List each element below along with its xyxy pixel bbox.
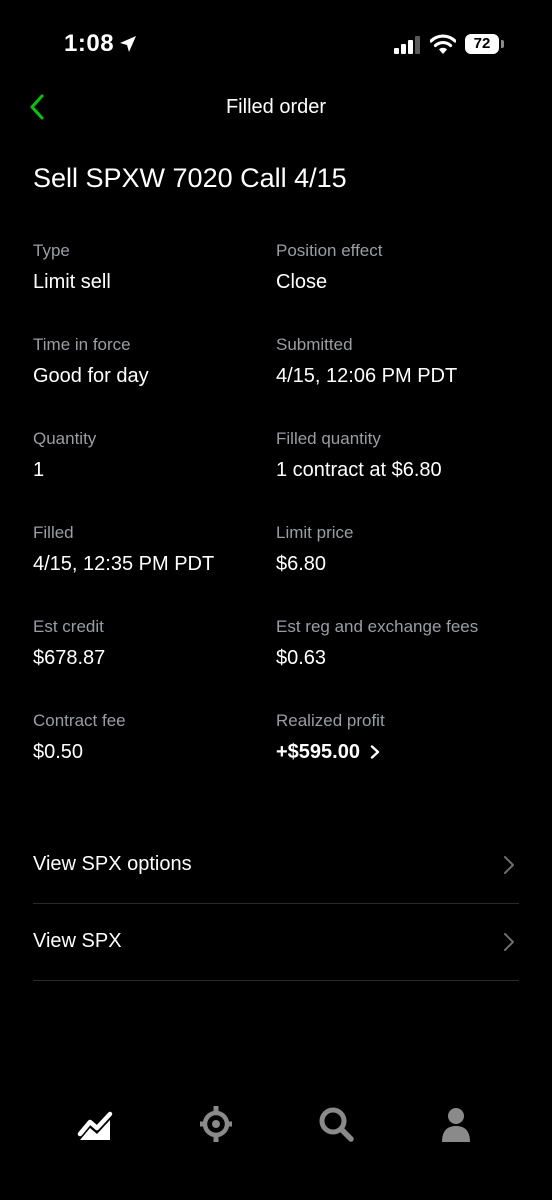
- est-fees-value: $0.63: [276, 647, 327, 669]
- submitted-value: 4/15, 12:06 PM PDT: [276, 365, 458, 387]
- status-time: 1:08: [64, 30, 115, 57]
- submitted-label: Submitted: [276, 335, 353, 354]
- page-title: Filled order: [225, 96, 327, 118]
- crypto-icon[interactable]: [196, 1104, 236, 1144]
- est-credit-label: Est credit: [33, 617, 104, 636]
- detail-row: Time in force Good for day Submitted 4/1…: [33, 334, 519, 428]
- est-credit-value: $678.87: [33, 647, 106, 669]
- time-in-force-value: Good for day: [33, 365, 149, 387]
- limit-price-detail: Limit price $6.80: [276, 522, 519, 616]
- contract-fee-label: Contract fee: [33, 711, 126, 730]
- order-details: Type Limit sell Position effect Close Ti…: [33, 240, 519, 804]
- position-effect-detail: Position effect Close: [276, 240, 519, 334]
- submitted-detail: Submitted 4/15, 12:06 PM PDT: [276, 334, 519, 428]
- cellular-signal-icon: [394, 36, 420, 54]
- view-spx-link[interactable]: View SPX: [33, 904, 519, 981]
- time-in-force-label: Time in force: [33, 335, 131, 354]
- view-spx-label: View SPX: [33, 930, 122, 952]
- type-detail: Type Limit sell: [33, 240, 276, 334]
- quantity-value: 1: [33, 459, 45, 481]
- limit-price-label: Limit price: [276, 523, 354, 542]
- detail-row: Type Limit sell Position effect Close: [33, 240, 519, 334]
- realized-profit-detail: Realized profit +$595.00: [276, 710, 519, 804]
- battery-icon: 72: [465, 34, 499, 54]
- battery-tip: [501, 40, 504, 48]
- position-effect-value: Close: [276, 271, 328, 293]
- view-spx-options-label: View SPX options: [33, 853, 192, 875]
- investing-chart-icon[interactable]: [76, 1104, 116, 1144]
- search-icon[interactable]: [316, 1104, 356, 1144]
- filled-detail: Filled 4/15, 12:35 PM PDT: [33, 522, 276, 616]
- type-label: Type: [33, 241, 70, 260]
- filled-quantity-label: Filled quantity: [276, 429, 381, 448]
- filled-quantity-detail: Filled quantity 1 contract at $6.80: [276, 428, 519, 522]
- contract-fee-detail: Contract fee $0.50: [33, 710, 276, 804]
- realized-profit-link[interactable]: +$595.00: [276, 740, 380, 764]
- detail-row: Est credit $678.87 Est reg and exchange …: [33, 616, 519, 710]
- chevron-right-icon: [504, 856, 514, 874]
- detail-row: Quantity 1 Filled quantity 1 contract at…: [33, 428, 519, 522]
- position-effect-label: Position effect: [276, 241, 383, 260]
- filled-value: 4/15, 12:35 PM PDT: [33, 553, 215, 575]
- order-title: Sell SPXW 7020 Call 4/15: [33, 163, 347, 193]
- detail-row: Contract fee $0.50 Realized profit +$595…: [33, 710, 519, 804]
- time-in-force-detail: Time in force Good for day: [33, 334, 276, 428]
- nav-header: Filled order: [0, 80, 552, 136]
- est-fees-detail: Est reg and exchange fees $0.63: [276, 616, 519, 710]
- contract-fee-value: $0.50: [33, 741, 84, 763]
- chevron-right-icon: [504, 933, 514, 951]
- status-bar: 1:08 72: [0, 0, 552, 90]
- location-arrow-icon: [120, 36, 136, 52]
- account-icon[interactable]: [436, 1104, 476, 1144]
- tab-bar: [0, 1090, 552, 1160]
- chevron-right-icon: [370, 745, 380, 759]
- realized-profit-value: +$595.00: [276, 741, 360, 763]
- filled-quantity-value: 1 contract at $6.80: [276, 459, 442, 481]
- wifi-icon: [430, 34, 456, 54]
- est-fees-label: Est reg and exchange fees: [276, 617, 479, 636]
- related-links: View SPX options View SPX: [33, 827, 519, 981]
- battery-level: 72: [473, 35, 491, 52]
- filled-label: Filled: [33, 523, 74, 542]
- realized-profit-label: Realized profit: [276, 711, 385, 730]
- detail-row: Filled 4/15, 12:35 PM PDT Limit price $6…: [33, 522, 519, 616]
- est-credit-detail: Est credit $678.87: [33, 616, 276, 710]
- quantity-label: Quantity: [33, 429, 97, 448]
- quantity-detail: Quantity 1: [33, 428, 276, 522]
- type-value: Limit sell: [33, 271, 111, 293]
- view-spx-options-link[interactable]: View SPX options: [33, 827, 519, 904]
- limit-price-value: $6.80: [276, 553, 327, 575]
